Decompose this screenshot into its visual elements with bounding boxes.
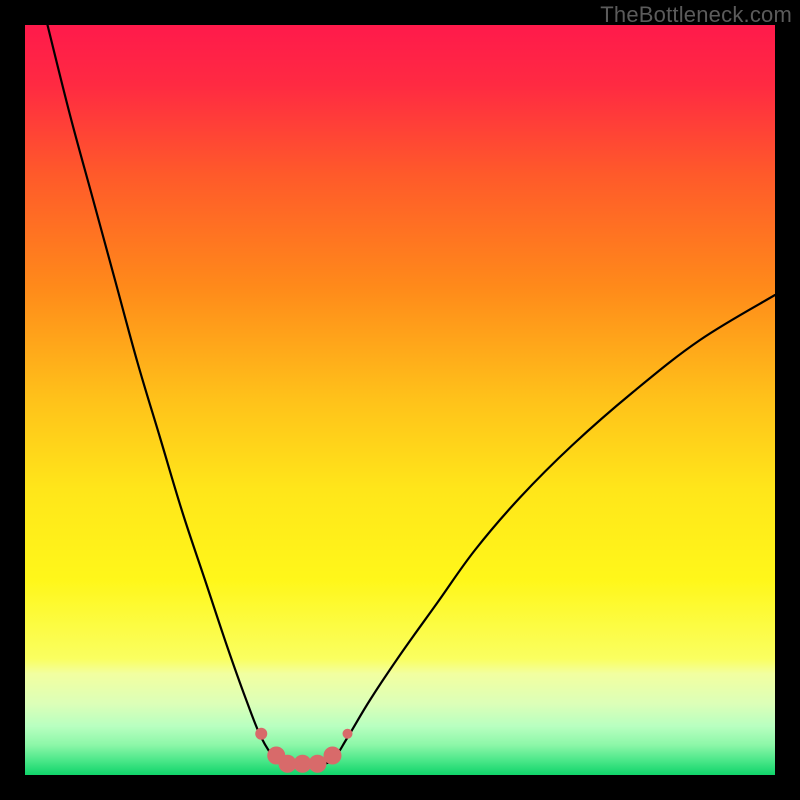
- chart-frame: TheBottleneck.com: [0, 0, 800, 800]
- gradient-background: [25, 25, 775, 775]
- valley-marker: [255, 728, 267, 740]
- bottleneck-chart: [25, 25, 775, 775]
- valley-marker: [343, 729, 353, 739]
- plot-area: [25, 25, 775, 775]
- valley-marker: [324, 747, 342, 765]
